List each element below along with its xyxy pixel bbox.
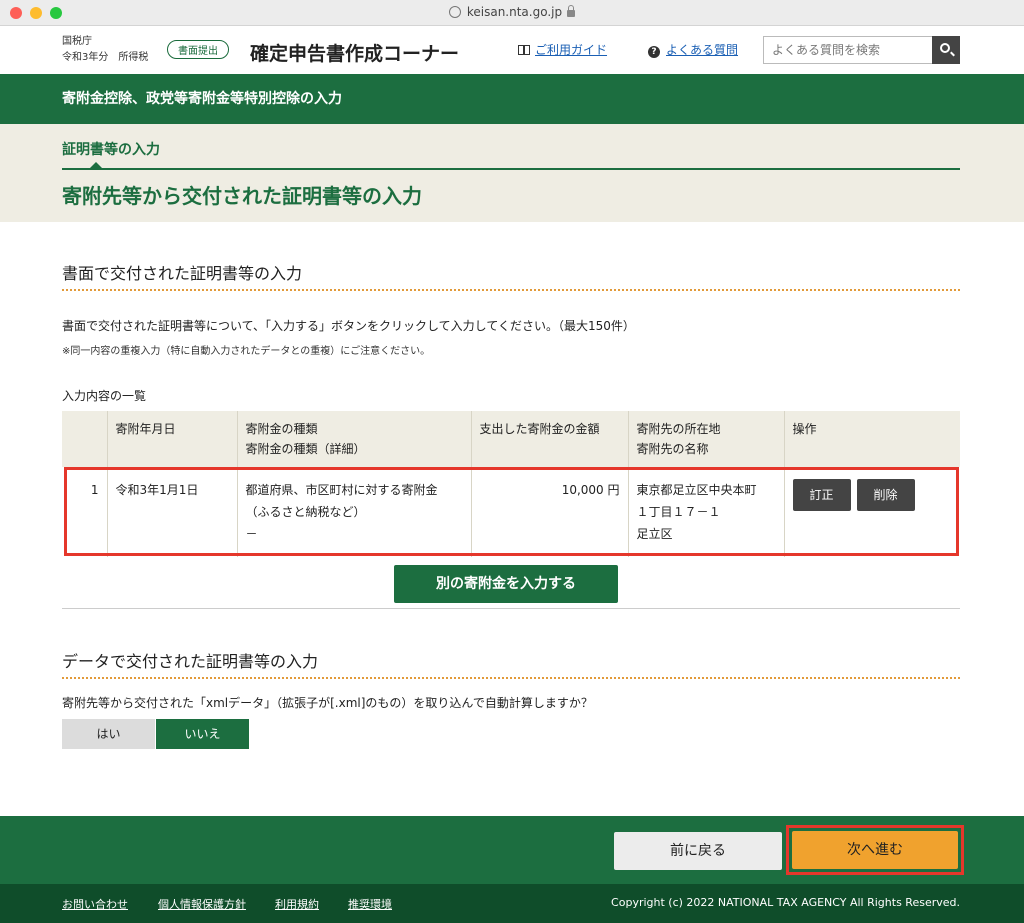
- row-kind: 都道府県、市区町村に対する寄附金 （ふるさと納税など） －: [236, 467, 471, 557]
- xml-question: 寄附先等から交付された「xmlデータ」（拡張子が[.xml]のもの）を取り込んで…: [62, 696, 593, 710]
- next-button[interactable]: 次へ進む: [792, 831, 958, 869]
- back-button[interactable]: 前に戻る: [614, 832, 782, 870]
- footer-link-privacy[interactable]: 個人情報保護方針: [158, 896, 246, 912]
- row-amount: 10,000 円: [470, 467, 628, 557]
- page-title: 寄附先等から交付された証明書等の入力: [62, 184, 422, 208]
- table-header-row: 寄附年月日 寄附金の種類寄附金の種類（詳細） 支出した寄附金の金額 寄附先の所在…: [62, 411, 960, 467]
- search-icon: [940, 43, 950, 53]
- faq-link[interactable]: よくある質問: [666, 43, 738, 57]
- row-location: 東京都足立区中央本町 １丁目１７－１ 足立区: [627, 467, 784, 557]
- browser-chrome: keisan.nta.go.jp: [0, 0, 1024, 26]
- address-bar[interactable]: keisan.nta.go.jp: [0, 5, 1024, 19]
- guide-link[interactable]: ご利用ガイド: [535, 43, 607, 57]
- organization: 国税庁 令和3年分 所得税: [62, 34, 148, 66]
- app-title: 確定申告書作成コーナー: [250, 43, 460, 65]
- col-location-label: 寄附先の所在地: [636, 422, 721, 436]
- row-recipient-name: 足立区: [636, 527, 673, 541]
- book-icon: [518, 45, 530, 55]
- row-kind-detail: －: [245, 527, 258, 541]
- section-bar: 寄附金控除、政党等寄附金等特別控除の入力: [0, 74, 1024, 124]
- footer-link-terms[interactable]: 利用規約: [275, 896, 319, 912]
- donation-table: 寄附年月日 寄附金の種類寄附金の種類（詳細） 支出した寄附金の金額 寄附先の所在…: [62, 411, 960, 557]
- paper-instruction: 書面で交付された証明書等について、「入力する」ボタンをクリックして入力してくださ…: [62, 319, 635, 333]
- row-kind-sub: （ふるさと納税など）: [245, 505, 366, 519]
- url-text: keisan.nta.go.jp: [466, 5, 563, 19]
- search-input[interactable]: [763, 36, 932, 64]
- section-divider: [62, 608, 960, 609]
- footer-link-environment[interactable]: 推奨環境: [348, 896, 392, 912]
- xml-import-toggle: はい いいえ: [62, 719, 249, 749]
- lock-icon: [567, 5, 576, 17]
- tax-year: 令和3年分 所得税: [62, 52, 149, 63]
- site-footer: お問い合わせ 個人情報保護方針 利用規約 推奨環境 Copyright (c) …: [0, 884, 1024, 923]
- row-ops: 訂正 削除: [783, 467, 960, 557]
- globe-icon: [448, 6, 461, 18]
- search-button[interactable]: [932, 36, 960, 64]
- org-name: 国税庁: [62, 36, 92, 47]
- step-subtitle: 証明書等の入力: [62, 142, 160, 158]
- no-button[interactable]: いいえ: [156, 719, 249, 749]
- main-content: 書面で交付された証明書等の入力 書面で交付された証明書等について、「入力する」ボ…: [0, 222, 1024, 817]
- row-number: 1: [90, 483, 99, 497]
- col-kind-label: 寄附金の種類: [245, 422, 318, 436]
- col-kind: 寄附金の種類寄附金の種類（詳細）: [236, 411, 471, 467]
- col-location: 寄附先の所在地 寄附先の名称: [627, 411, 784, 467]
- paper-section-divider: [62, 289, 960, 291]
- yes-button[interactable]: はい: [62, 719, 155, 749]
- col-ops: 操作: [783, 411, 960, 467]
- row-date: 令和3年1月1日: [106, 467, 237, 557]
- col-amount: 支出した寄附金の金額: [470, 411, 628, 467]
- faq-link-wrap: ? よくある質問: [648, 41, 738, 58]
- nav-footer: 前に戻る 次へ進む: [0, 816, 1024, 884]
- duplicate-note: ※同一内容の重複入力（特に自動入力されたデータとの重複）にご注意ください。: [62, 346, 431, 357]
- delete-button[interactable]: 削除: [856, 479, 915, 511]
- add-donation-button[interactable]: 別の寄附金を入力する: [394, 565, 618, 603]
- data-section-divider: [62, 677, 960, 679]
- paper-section-title: 書面で交付された証明書等の入力: [62, 264, 303, 283]
- data-section-title: データで交付された証明書等の入力: [62, 652, 319, 671]
- row-location-line1: 東京都足立区中央本町: [636, 483, 757, 497]
- footer-link-contact[interactable]: お問い合わせ: [62, 896, 128, 912]
- table-row: 1 令和3年1月1日 都道府県、市区町村に対する寄附金 （ふるさと納税など） －…: [62, 467, 960, 557]
- copyright: Copyright (c) 2022 NATIONAL TAX AGENCY A…: [611, 896, 960, 909]
- faq-search: [763, 36, 960, 64]
- step-header: 証明書等の入力 寄附先等から交付された証明書等の入力: [0, 124, 1024, 222]
- col-kind-detail-label: 寄附金の種類（詳細）: [245, 442, 366, 456]
- submission-badge: 書面提出: [167, 40, 229, 59]
- edit-button[interactable]: 訂正: [792, 479, 851, 511]
- col-name-label: 寄附先の名称: [636, 442, 709, 456]
- list-label: 入力内容の一覧: [62, 389, 147, 403]
- row-kind-text: 都道府県、市区町村に対する寄附金: [245, 483, 438, 497]
- question-icon: ?: [648, 46, 660, 58]
- step-rule: [62, 168, 960, 170]
- row-location-line2: １丁目１７－１: [636, 505, 721, 519]
- site-header: 国税庁 令和3年分 所得税 書面提出 確定申告書作成コーナー ご利用ガイド ? よ…: [0, 26, 1024, 74]
- col-no: [62, 411, 107, 467]
- guide-link-wrap: ご利用ガイド: [518, 41, 607, 58]
- col-date: 寄附年月日: [106, 411, 237, 467]
